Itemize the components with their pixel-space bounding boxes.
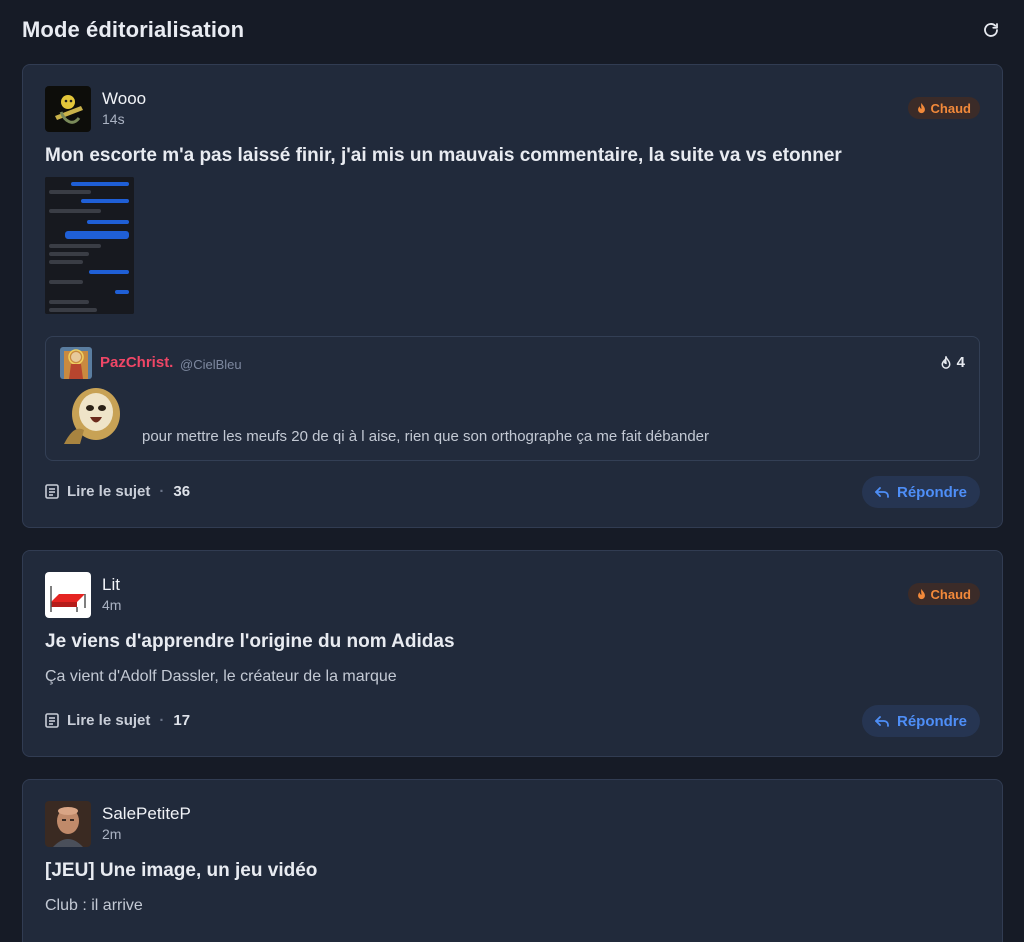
post-title[interactable]: Je viens d'apprendre l'origine du nom Ad… bbox=[45, 631, 980, 653]
read-topic-label: Lire le sujet bbox=[67, 712, 151, 729]
flame-icon bbox=[917, 588, 925, 600]
hot-badge: Chaud bbox=[907, 97, 980, 119]
page-header: Mode éditorialisation bbox=[22, 15, 1002, 45]
author-name[interactable]: SalePetiteP bbox=[102, 804, 191, 824]
reply-button[interactable]: Répondre bbox=[862, 705, 980, 737]
post-card: Lit 4m Chaud Je viens d'apprendre l'orig… bbox=[22, 550, 1003, 757]
flame-icon bbox=[917, 102, 925, 114]
post-footer: Lire le sujet · 36 Répondre bbox=[45, 476, 980, 508]
badge-label: Chaud bbox=[930, 586, 971, 602]
post-body: Club : il arrive bbox=[45, 897, 143, 914]
quoted-reply[interactable]: PazChrist. @CielBleu 4 pour mettre les m… bbox=[45, 336, 980, 461]
flame-icon bbox=[941, 356, 951, 369]
author-name[interactable]: Wooo bbox=[102, 89, 146, 109]
avatar[interactable] bbox=[45, 801, 91, 847]
badge-label: Chaud bbox=[930, 100, 971, 116]
post-card: Wooo 14s Chaud Mon escorte m'a pas laiss… bbox=[22, 64, 1003, 528]
separator-dot: · bbox=[159, 712, 165, 729]
reply-count: 17 bbox=[173, 712, 191, 729]
reply-icon bbox=[875, 716, 889, 727]
quote-text: pour mettre les meufs 20 de qi à l aise,… bbox=[142, 428, 710, 445]
post-body: Ça vient d'Adolf Dassler, le créateur de… bbox=[45, 668, 397, 685]
author-name[interactable]: Lit bbox=[102, 575, 120, 595]
hot-badge: Chaud bbox=[907, 583, 980, 605]
post-time: 2m bbox=[102, 826, 122, 842]
reply-count: 36 bbox=[173, 483, 191, 500]
post-header: SalePetiteP 2m bbox=[45, 801, 980, 847]
read-topic-link[interactable]: Lire le sujet · 17 bbox=[45, 712, 190, 729]
post-header: Lit 4m Chaud bbox=[45, 572, 980, 618]
reply-icon bbox=[875, 487, 889, 498]
reply-label: Répondre bbox=[896, 483, 967, 501]
post-time: 4m bbox=[102, 597, 122, 613]
post-footer: Lire le sujet · 17 Répondre bbox=[45, 705, 980, 737]
avatar[interactable] bbox=[45, 572, 91, 618]
reply-label: Répondre bbox=[896, 712, 967, 730]
post-card: SalePetiteP 2m [JEU] Une image, un jeu v… bbox=[22, 779, 1003, 942]
document-icon bbox=[45, 484, 59, 499]
separator-dot: · bbox=[159, 483, 165, 500]
quote-author[interactable]: PazChrist. bbox=[100, 354, 173, 371]
post-image[interactable] bbox=[45, 177, 134, 314]
read-topic-label: Lire le sujet bbox=[67, 483, 151, 500]
reply-button[interactable]: Répondre bbox=[862, 476, 980, 508]
avatar[interactable] bbox=[45, 86, 91, 132]
post-title[interactable]: Mon escorte m'a pas laissé finir, j'ai m… bbox=[45, 145, 980, 167]
quote-likes-count: 4 bbox=[956, 354, 965, 371]
refresh-icon bbox=[984, 23, 998, 37]
quote-avatar[interactable] bbox=[60, 347, 92, 379]
quote-likes: 4 bbox=[940, 354, 965, 371]
owl-sticker bbox=[60, 384, 126, 446]
post-time: 14s bbox=[102, 111, 125, 127]
quote-handle: @CielBleu bbox=[180, 357, 242, 372]
read-topic-link[interactable]: Lire le sujet · 36 bbox=[45, 483, 190, 500]
post-header: Wooo 14s Chaud bbox=[45, 86, 980, 132]
post-title[interactable]: [JEU] Une image, un jeu vidéo bbox=[45, 860, 980, 882]
page-title: Mode éditorialisation bbox=[22, 17, 245, 42]
document-icon bbox=[45, 713, 59, 728]
refresh-button[interactable] bbox=[980, 19, 1002, 41]
